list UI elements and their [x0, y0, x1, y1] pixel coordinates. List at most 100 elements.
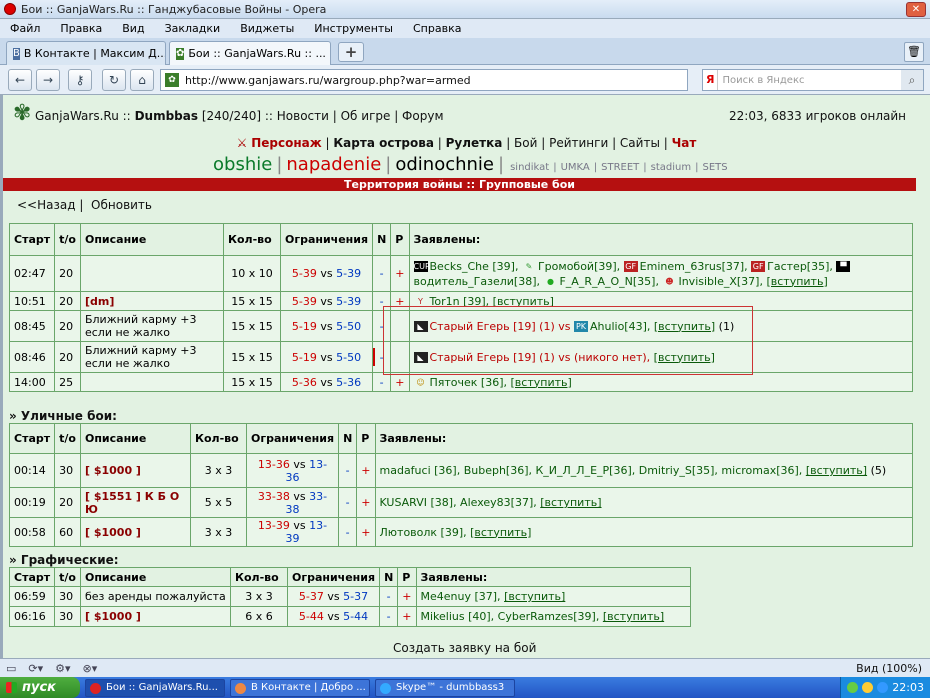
street-battles-table: Старт t/o Описание Кол-во Ограничения N …: [8, 423, 913, 547]
player-link[interactable]: Громобой[39],: [538, 260, 620, 273]
highlight-box: [383, 306, 753, 375]
opera-icon: [4, 3, 16, 15]
table-row: 14:00 25 15 x 15 5-36 vs 5-36 - + ☺ Пяточ…: [8, 372, 913, 392]
player-link[interactable]: Becks_Che [39],: [430, 260, 519, 273]
table-row: 06:59 30 без аренды пожалуйста 3 x 3 5-37…: [8, 586, 691, 607]
player-link[interactable]: Invisible_X[37],: [678, 275, 763, 288]
key-icon[interactable]: ⚷: [68, 69, 92, 91]
table-row: 00:19 20 [ $1551 ] К Б О Ю 5 x 5 33-38 vs…: [8, 487, 913, 518]
player-links[interactable]: Лютоволк [39],: [380, 526, 467, 539]
tab-vkontakte[interactable]: B В Контакте | Максим Д... ✕: [6, 41, 166, 65]
nav-character[interactable]: Персонаж: [251, 136, 321, 150]
back-link[interactable]: <<Назад: [17, 198, 76, 212]
tray-icon[interactable]: [847, 682, 859, 693]
player-links[interactable]: KUSARVI [38], Alexey83[37],: [380, 496, 537, 509]
zoom-level[interactable]: Вид (100%): [856, 662, 930, 675]
player-links[interactable]: madafuci [36], Bubeph[36], К_И_Л_Л_Е_Р[3…: [380, 464, 803, 477]
task-skype[interactable]: Skype™ - dumbbass3: [375, 678, 515, 697]
join-link[interactable]: [вступить]: [511, 376, 572, 389]
new-tab-button[interactable]: +: [338, 42, 364, 62]
trash-icon[interactable]: 🗑: [904, 42, 924, 62]
join-link[interactable]: [вступить]: [470, 526, 531, 539]
nav-stadium[interactable]: stadium: [649, 162, 693, 173]
forward-icon[interactable]: →: [36, 69, 60, 91]
search-input[interactable]: Поиск в Яндекс: [718, 75, 901, 86]
player-link[interactable]: водитель_Газели[38],: [414, 275, 540, 288]
create-battle-link[interactable]: Создать заявку на бой: [393, 641, 536, 655]
player-links[interactable]: Me4enuy [37],: [421, 590, 501, 603]
player-link[interactable]: F_A_R_A_O_N[35],: [559, 275, 658, 288]
nav-roulette[interactable]: Рулетка: [446, 136, 503, 150]
address-bar[interactable]: ✿ http://www.ganjawars.ru/wargroup.php?w…: [160, 69, 688, 91]
start-button[interactable]: пуск: [0, 677, 80, 698]
join-link[interactable]: [вступить]: [766, 275, 827, 288]
search-icon[interactable]: ⌕: [901, 70, 923, 90]
menu-tools[interactable]: Инструменты: [304, 22, 403, 35]
menu-widgets[interactable]: Виджеты: [230, 22, 304, 35]
task-vkontakte[interactable]: В Контакте | Добро ...: [230, 678, 370, 697]
clan-icon: ▀: [836, 261, 851, 272]
tray-icon[interactable]: [877, 682, 889, 693]
nav-sets[interactable]: SETS: [701, 162, 730, 173]
user-name[interactable]: Dumbbas: [135, 109, 198, 123]
player-link[interactable]: Пяточек [36],: [430, 376, 508, 389]
section-banner: Территория войны :: Групповые бои: [3, 178, 916, 191]
player-list: Me4enuy [37], [вступить]: [415, 586, 691, 607]
join-link[interactable]: [вступить]: [540, 496, 601, 509]
header-links[interactable]: :: Новости | Об игре | Форум: [265, 109, 444, 123]
reload-icon[interactable]: ↻: [102, 69, 126, 91]
leaf-icon: ✿: [165, 73, 179, 87]
tray-icon[interactable]: [862, 682, 874, 693]
back-links: <<Назад | Обновить: [17, 198, 152, 212]
clan-icon: CURR: [413, 261, 437, 272]
nav-chat[interactable]: Чат: [672, 136, 697, 150]
system-tray: 22:03: [840, 677, 930, 698]
nav-battle[interactable]: Бой: [514, 136, 537, 150]
yandex-icon[interactable]: Я: [703, 70, 719, 90]
tab-label: В Контакте | Максим Д...: [23, 47, 166, 60]
join-link[interactable]: [вступить]: [603, 610, 664, 623]
street-section-title: » Уличные бои:: [9, 409, 117, 423]
graphic-section-title: » Графические:: [9, 553, 119, 567]
menu-edit[interactable]: Правка: [50, 22, 112, 35]
menu-bookmarks[interactable]: Закладки: [155, 22, 231, 35]
player-link[interactable]: Гастер[35],: [767, 260, 833, 273]
unite-icon[interactable]: ⚙▾: [49, 662, 76, 675]
nav-map[interactable]: Карта острова: [333, 136, 434, 150]
window-close-button[interactable]: ✕: [906, 2, 926, 17]
menu-view[interactable]: Вид: [112, 22, 154, 35]
menu-bar: Файл Правка Вид Закладки Виджеты Инструм…: [0, 19, 930, 38]
table-row: 00:14 30 [ $1000 ] 3 x 3 13-36 vs 13-36 -…: [8, 453, 913, 488]
menu-file[interactable]: Файл: [0, 22, 50, 35]
player-link[interactable]: Eminem_63rus[37],: [640, 260, 748, 273]
search-box[interactable]: Я Поиск в Яндекс ⌕: [702, 69, 924, 91]
join-link[interactable]: [вступить]: [806, 464, 867, 477]
player-links[interactable]: Mikelius [40], CyberRamzes[39],: [421, 610, 600, 623]
menu-help[interactable]: Справка: [403, 22, 471, 35]
clan-icon: ●: [546, 277, 554, 286]
nav-sindikat[interactable]: sindikat: [508, 162, 551, 173]
nav-obshie[interactable]: obshie: [213, 154, 272, 175]
nav-napadenie[interactable]: napadenie: [286, 154, 381, 175]
nav-street[interactable]: STREET: [599, 162, 641, 173]
clan-icon: ☺: [416, 378, 425, 387]
back-icon[interactable]: ←: [8, 69, 32, 91]
panel-toggle-icon[interactable]: ▭: [0, 662, 22, 675]
join-link[interactable]: [вступить]: [504, 590, 565, 603]
window-title: Бои :: GanjaWars.Ru :: Ганджубасовые Вой…: [21, 2, 327, 16]
refresh-link[interactable]: Обновить: [91, 198, 152, 212]
player-list: CURRBecks_Che [39], ✎ Громобой[39], GF Emi…: [408, 255, 913, 292]
nav-ratings[interactable]: Рейтинги: [549, 136, 608, 150]
nav-sites[interactable]: Сайты: [620, 136, 660, 150]
nav-umka[interactable]: UMKA: [559, 162, 592, 173]
tab-ganjawars[interactable]: ✿ Бои :: GanjaWars.Ru :: ... ✕: [169, 41, 331, 65]
nav-odinochnie[interactable]: odinochnie: [395, 154, 494, 175]
clan-icon: ✎: [525, 262, 533, 271]
task-opera[interactable]: Бои :: GanjaWars.Ru...: [85, 678, 225, 697]
settings-icon[interactable]: ⊗▾: [77, 662, 104, 675]
home-icon[interactable]: ⌂: [130, 69, 154, 91]
site-name[interactable]: GanjaWars.Ru: [35, 109, 119, 123]
address-url[interactable]: http://www.ganjawars.ru/wargroup.php?war…: [185, 74, 471, 87]
turbo-icon[interactable]: ⟳▾: [22, 662, 49, 675]
highlight-mark: [373, 348, 375, 366]
